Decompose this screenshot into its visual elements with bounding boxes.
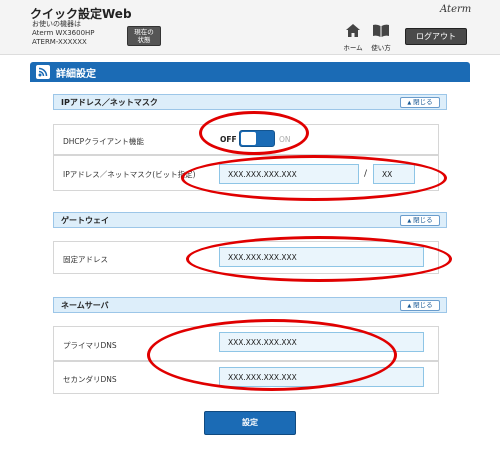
device-model: Aterm WX3600HP xyxy=(32,29,95,37)
dhcp-label: DHCPクライアント機能 xyxy=(63,137,144,146)
close-label: 閉じる xyxy=(413,301,433,309)
primary-dns-label: プライマリDNS xyxy=(63,341,117,350)
home-label: ホーム xyxy=(343,44,363,52)
netmask-input[interactable] xyxy=(373,164,415,184)
ip-address-input[interactable] xyxy=(219,164,359,184)
close-label: 閉じる xyxy=(413,216,433,224)
home-button[interactable]: ホーム xyxy=(338,22,368,52)
secondary-dns-label: セカンダリDNS xyxy=(63,375,117,384)
section-gateway: ゲートウェイ ▲ 閉じる xyxy=(53,212,447,228)
close-label: 閉じる xyxy=(413,98,433,106)
wifi-icon xyxy=(36,65,50,79)
close-dns-button[interactable]: ▲ 閉じる xyxy=(400,300,440,311)
section-gateway-title: ゲートウェイ xyxy=(61,216,109,225)
primary-dns-input[interactable] xyxy=(219,332,424,352)
ipmask-label: IPアドレス／ネットマスク(ビット指定) xyxy=(63,170,196,179)
current-status-button[interactable]: 現在の 状態 xyxy=(127,26,161,46)
gateway-input[interactable] xyxy=(219,247,424,267)
section-dns: ネームサーバ ▲ 閉じる xyxy=(53,297,447,313)
chevron-up-icon: ▲ xyxy=(407,100,412,106)
manual-label: 使い方 xyxy=(371,44,391,52)
gateway-fixed-label: 固定アドレス xyxy=(63,255,108,264)
submit-button[interactable]: 設定 xyxy=(204,411,296,435)
logout-button[interactable]: ログアウト xyxy=(405,28,467,45)
slash-separator: / xyxy=(364,169,368,179)
close-ip-button[interactable]: ▲ 閉じる xyxy=(400,97,440,108)
home-icon xyxy=(346,24,360,37)
book-icon xyxy=(373,24,389,37)
section-ip: IPアドレス／ネットマスク ▲ 閉じる xyxy=(53,94,447,110)
brand-logo: Aterm xyxy=(440,4,472,15)
settings-title: 詳細設定 xyxy=(56,69,96,80)
secondary-dns-input[interactable] xyxy=(219,367,424,387)
chevron-up-icon: ▲ xyxy=(407,218,412,224)
toggle-knob xyxy=(241,132,256,145)
toggle-on-label: ON xyxy=(279,135,291,144)
section-ip-title: IPアドレス／ネットマスク xyxy=(61,98,158,107)
app-header: クイック設定Web お使いの機器は Aterm WX3600HP ATERM-X… xyxy=(0,0,500,55)
toggle-off-label: OFF xyxy=(220,135,237,144)
settings-header: 詳細設定 xyxy=(30,62,470,82)
dhcp-toggle[interactable] xyxy=(239,130,275,147)
device-id: ATERM-XXXXXX xyxy=(32,38,87,46)
manual-button[interactable]: 使い方 xyxy=(366,22,396,52)
chevron-up-icon: ▲ xyxy=(407,303,412,309)
close-gateway-button[interactable]: ▲ 閉じる xyxy=(400,215,440,226)
current-status-label-2: 状態 xyxy=(137,36,151,44)
current-status-label: 現在の xyxy=(134,28,154,36)
section-dns-title: ネームサーバ xyxy=(61,301,109,310)
device-label: お使いの機器は xyxy=(32,20,81,28)
